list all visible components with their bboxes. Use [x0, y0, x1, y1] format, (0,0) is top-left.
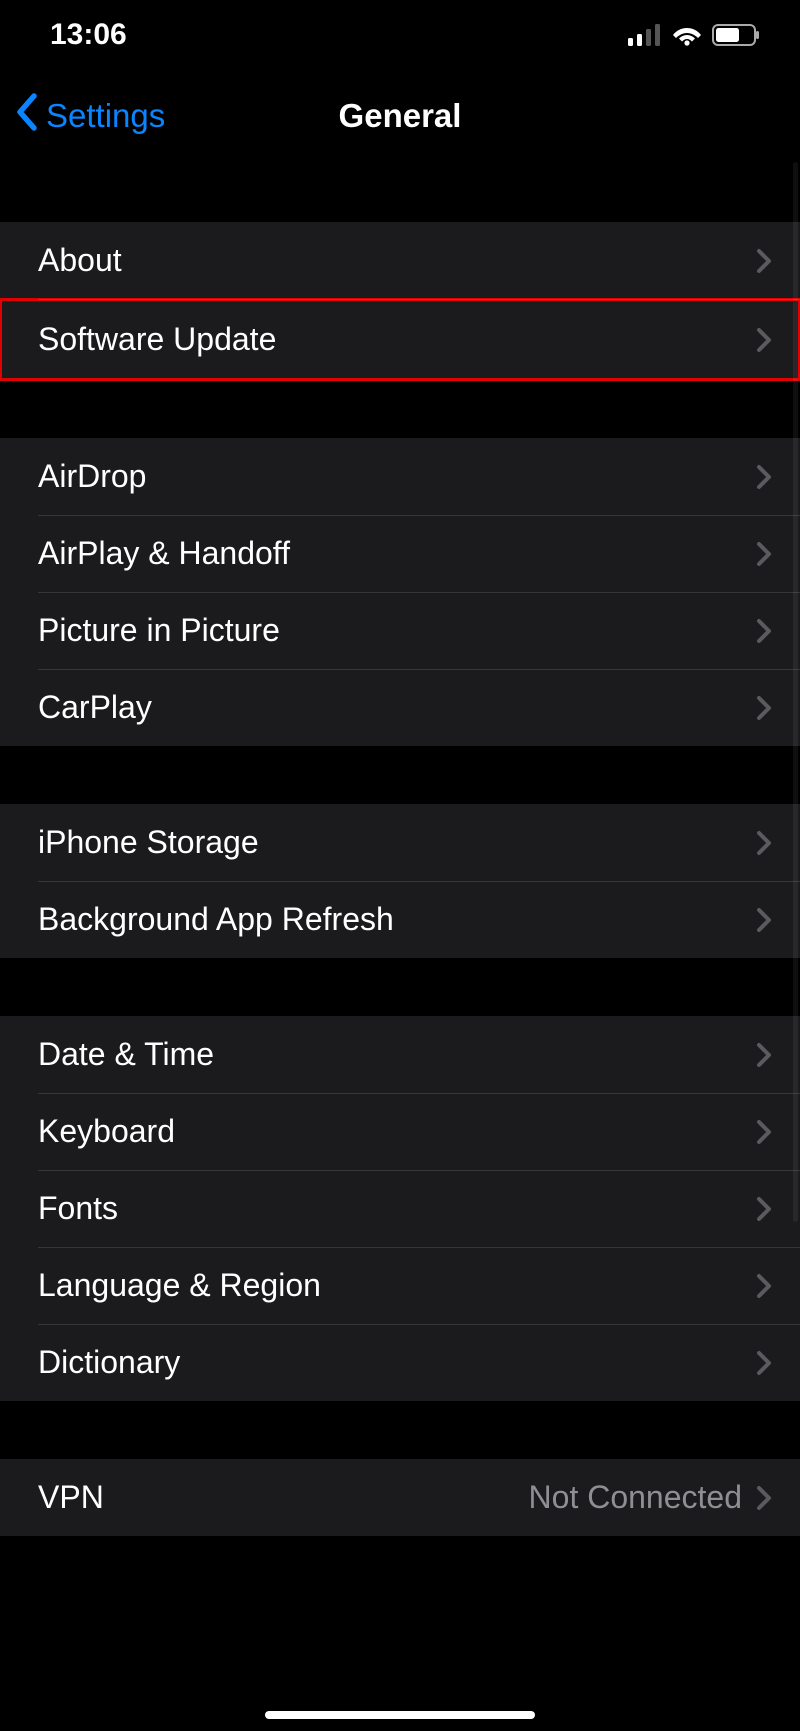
row-trailing [756, 907, 772, 933]
row-trailing [756, 1042, 772, 1068]
row-bg-app-refresh[interactable]: Background App Refresh [0, 881, 800, 958]
page-title: General [339, 97, 462, 135]
row-label: Dictionary [38, 1344, 180, 1381]
status-icons [628, 24, 760, 46]
row-airdrop[interactable]: AirDrop [0, 438, 800, 515]
row-label: CarPlay [38, 689, 152, 726]
row-language-region[interactable]: Language & Region [0, 1247, 800, 1324]
row-vpn[interactable]: VPN Not Connected [0, 1459, 800, 1536]
settings-group: About Software Update [0, 222, 800, 380]
settings-group: iPhone Storage Background App Refresh [0, 804, 800, 958]
row-software-update[interactable]: Software Update [0, 299, 800, 380]
chevron-right-icon [756, 541, 772, 567]
row-airplay-handoff[interactable]: AirPlay & Handoff [0, 515, 800, 592]
home-indicator[interactable] [265, 1711, 535, 1719]
scroll-indicator [793, 162, 798, 1222]
row-label: AirDrop [38, 458, 146, 495]
row-date-time[interactable]: Date & Time [0, 1016, 800, 1093]
chevron-right-icon [756, 464, 772, 490]
row-trailing [756, 464, 772, 490]
row-label: VPN [38, 1479, 104, 1516]
row-label: Date & Time [38, 1036, 214, 1073]
row-label: Keyboard [38, 1113, 175, 1150]
chevron-right-icon [756, 618, 772, 644]
status-time: 13:06 [50, 18, 127, 52]
back-label: Settings [46, 97, 165, 135]
row-pip[interactable]: Picture in Picture [0, 592, 800, 669]
row-trailing [756, 618, 772, 644]
row-label: Software Update [38, 321, 276, 358]
status-bar: 13:06 [0, 0, 800, 70]
group-separator [0, 1401, 800, 1459]
row-label: iPhone Storage [38, 824, 259, 861]
row-trailing [756, 695, 772, 721]
row-carplay[interactable]: CarPlay [0, 669, 800, 746]
row-dictionary[interactable]: Dictionary [0, 1324, 800, 1401]
chevron-right-icon [756, 1042, 772, 1068]
chevron-right-icon [756, 327, 772, 353]
row-label: Background App Refresh [38, 901, 394, 938]
group-separator [0, 746, 800, 804]
row-about[interactable]: About [0, 222, 800, 299]
settings-group: Date & Time Keyboard Fonts Language & Regio… [0, 1016, 800, 1401]
row-trailing [756, 1350, 772, 1376]
row-keyboard[interactable]: Keyboard [0, 1093, 800, 1170]
row-label: Language & Region [38, 1267, 321, 1304]
group-separator [0, 380, 800, 438]
row-label: Fonts [38, 1190, 118, 1227]
row-trailing [756, 1119, 772, 1145]
row-value: Not Connected [529, 1479, 742, 1516]
row-iphone-storage[interactable]: iPhone Storage [0, 804, 800, 881]
chevron-right-icon [756, 695, 772, 721]
row-trailing [756, 248, 772, 274]
chevron-right-icon [756, 1485, 772, 1511]
chevron-right-icon [756, 1273, 772, 1299]
settings-group: VPN Not Connected [0, 1459, 800, 1536]
battery-icon [712, 24, 760, 46]
chevron-right-icon [756, 1119, 772, 1145]
row-trailing [756, 541, 772, 567]
navigation-bar: Settings General [0, 70, 800, 162]
cellular-signal-icon [628, 24, 662, 46]
row-trailing [756, 830, 772, 856]
row-trailing [756, 1273, 772, 1299]
settings-group: AirDrop AirPlay & Handoff Picture in Pictu… [0, 438, 800, 746]
wifi-icon [672, 24, 702, 46]
row-fonts[interactable]: Fonts [0, 1170, 800, 1247]
chevron-right-icon [756, 830, 772, 856]
row-label: About [38, 242, 122, 279]
chevron-right-icon [756, 907, 772, 933]
row-trailing [756, 1196, 772, 1222]
row-label: AirPlay & Handoff [38, 535, 290, 572]
row-trailing [756, 327, 772, 353]
group-separator [0, 162, 800, 222]
group-separator [0, 958, 800, 1016]
chevron-right-icon [756, 1196, 772, 1222]
row-trailing: Not Connected [529, 1479, 772, 1516]
settings-content: About Software Update AirDrop AirPlay & Han… [0, 162, 800, 1536]
chevron-right-icon [756, 248, 772, 274]
chevron-right-icon [756, 1350, 772, 1376]
row-label: Picture in Picture [38, 612, 280, 649]
back-button[interactable]: Settings [12, 70, 165, 162]
chevron-left-icon [12, 92, 40, 140]
